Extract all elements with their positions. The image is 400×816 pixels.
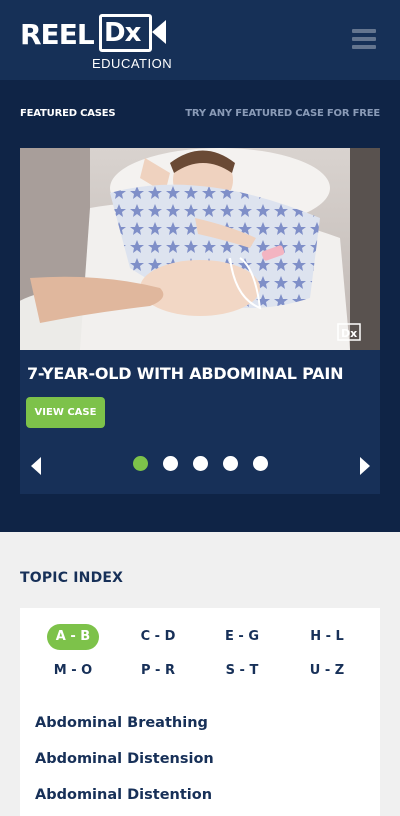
menu-bar-middle <box>352 37 376 41</box>
letter-range-a-b[interactable]: A - B <box>47 624 99 650</box>
carousel-dot-4[interactable] <box>223 456 238 471</box>
menu-bar-top <box>352 29 376 33</box>
try-free-link[interactable]: TRY ANY FEATURED CASE FOR FREE <box>185 108 380 119</box>
logo-dx-text: Dx <box>104 18 141 48</box>
logo-camera-icon <box>152 20 166 44</box>
hamburger-menu-icon[interactable] <box>352 29 376 49</box>
logo-dx-box: Dx <box>99 14 152 52</box>
case-image[interactable]: Dx <box>20 148 380 350</box>
logo-reel-text: REEL <box>20 18 95 51</box>
reeldx-logo[interactable]: REEL Dx EDUCATION <box>20 12 173 74</box>
site-header: REEL Dx EDUCATION <box>0 0 400 80</box>
carousel-dot-5[interactable] <box>253 456 268 471</box>
topic-term-link[interactable]: Abdominal Distention <box>35 787 212 803</box>
featured-cases-section: FEATURED CASES TRY ANY FEATURED CASE FOR… <box>0 80 400 532</box>
letter-range-s-t[interactable]: S - T <box>216 658 268 684</box>
letter-range-h-l[interactable]: H - L <box>301 624 353 650</box>
carousel-dot-2[interactable] <box>163 456 178 471</box>
carousel-dots <box>133 456 273 472</box>
topic-term-link[interactable]: Abdominal Distension <box>35 751 214 767</box>
case-image-watermark: Dx <box>341 327 357 340</box>
letter-range-u-z[interactable]: U - Z <box>301 658 353 684</box>
letter-range-c-d[interactable]: C - D <box>132 624 184 650</box>
carousel-dot-1[interactable] <box>133 456 148 471</box>
view-case-button[interactable]: VIEW CASE <box>26 397 105 428</box>
topic-index-heading: TOPIC INDEX <box>20 570 124 586</box>
case-title[interactable]: 7-YEAR-OLD WITH ABDOMINAL PAIN <box>27 364 343 383</box>
topic-term-link[interactable]: Abdominal Breathing <box>35 715 208 731</box>
case-photo-illustration: Dx <box>20 148 380 350</box>
letter-range-m-o[interactable]: M - O <box>47 658 99 684</box>
carousel-prev-arrow-icon[interactable] <box>31 457 41 475</box>
featured-case-card: Dx 7-YEAR-OLD WITH ABDOMINAL PAIN VIEW C… <box>20 148 380 494</box>
letter-range-p-r[interactable]: P - R <box>132 658 184 684</box>
menu-bar-bottom <box>352 45 376 49</box>
featured-cases-title: FEATURED CASES <box>20 108 116 119</box>
logo-education-text: EDUCATION <box>92 56 173 71</box>
carousel-next-arrow-icon[interactable] <box>360 457 370 475</box>
topic-index-panel: A - B C - D E - G H - L M - O P - R S - … <box>20 608 380 816</box>
topic-index-section: TOPIC INDEX A - B C - D E - G H - L M - … <box>0 532 400 816</box>
letter-range-e-g[interactable]: E - G <box>216 624 268 650</box>
carousel-dot-3[interactable] <box>193 456 208 471</box>
